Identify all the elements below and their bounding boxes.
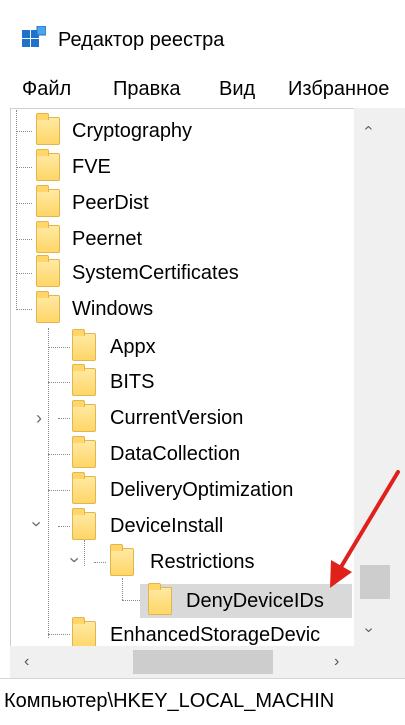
tree-line <box>16 203 32 204</box>
tree-node-label: BITS <box>110 371 155 393</box>
tree-line <box>48 634 70 635</box>
tree-node-restrictions[interactable]: Restrictions <box>106 544 352 579</box>
folder-icon <box>36 149 60 181</box>
regedit-icon <box>22 26 46 47</box>
collapse-chevron-icon[interactable]: › <box>65 557 85 563</box>
scroll-left-icon[interactable]: › <box>24 653 29 670</box>
tree-node-peerdist[interactable]: PeerDist <box>32 185 352 220</box>
tree-node-label: SystemCertificates <box>72 262 239 284</box>
collapse-chevron-icon[interactable]: › <box>27 521 47 527</box>
tree-line <box>16 131 32 132</box>
folder-icon <box>36 255 60 287</box>
tree-node-windows[interactable]: Windows <box>32 291 352 326</box>
tree-node-label: DeviceInstall <box>110 515 224 537</box>
tree-node-cryptography[interactable]: Cryptography <box>32 113 352 148</box>
tree-node-denydeviceids[interactable]: DenyDeviceIDs <box>142 583 352 618</box>
tree-node-label: Appx <box>110 336 156 358</box>
tree-node-label: Restrictions <box>150 551 255 573</box>
tree-node-label: Windows <box>72 298 154 320</box>
menu-favorites[interactable]: Избранное <box>288 78 389 101</box>
tree-line <box>16 239 32 240</box>
folder-icon <box>36 291 60 323</box>
tree-line <box>94 562 106 563</box>
tree-node-label: DataCollection <box>110 443 241 465</box>
folder-icon <box>36 185 60 217</box>
folder-icon <box>110 544 134 576</box>
tree-node-label: PeerDist <box>72 192 149 214</box>
tree-node-bits[interactable]: BITS <box>70 364 352 399</box>
scrollbar-corner <box>354 646 405 678</box>
tree-node-peernet[interactable]: Peernet <box>32 221 352 256</box>
tree-node-deviceinstall[interactable]: DeviceInstall <box>70 508 352 543</box>
status-path: Компьютер\HKEY_LOCAL_MACHIN <box>4 690 335 712</box>
tree-node-deliveryoptimization[interactable]: DeliveryOptimization <box>70 472 352 507</box>
tree-node-appx[interactable]: Appx <box>70 329 352 364</box>
folder-icon <box>72 400 96 432</box>
folder-icon <box>72 364 96 396</box>
scroll-down-icon[interactable]: › <box>361 627 378 632</box>
tree-line <box>48 328 49 638</box>
tree-line <box>16 167 32 168</box>
horizontal-scroll-thumb[interactable] <box>133 650 273 674</box>
folder-icon <box>72 472 96 504</box>
window-title: Редактор реестра <box>58 29 225 51</box>
tree-node-label: CurrentVersion <box>110 407 244 429</box>
tree-line <box>16 110 17 310</box>
folder-icon <box>36 113 60 145</box>
tree-line <box>122 578 123 600</box>
vertical-scroll-thumb[interactable] <box>360 565 390 599</box>
tree-line <box>58 418 70 419</box>
tree-line <box>122 600 142 601</box>
tree-line <box>48 490 70 491</box>
tree-line <box>48 347 70 348</box>
tree-line <box>16 273 32 274</box>
tree-line <box>48 382 70 383</box>
tree-node-label: DeliveryOptimization <box>110 479 294 501</box>
tree-node-label: DenyDeviceIDs <box>186 590 324 612</box>
tree-node-fve[interactable]: FVE <box>32 149 352 184</box>
expand-chevron-icon[interactable]: › <box>36 409 42 427</box>
folder-icon <box>72 329 96 361</box>
title-bar: Редактор реестра <box>0 0 405 74</box>
tree-line <box>48 454 70 455</box>
tree-node-label: Peernet <box>72 228 143 250</box>
scroll-right-icon[interactable]: › <box>334 654 339 670</box>
tree-node-label: FVE <box>72 156 111 178</box>
folder-icon <box>36 221 60 253</box>
tree-node-datacollection[interactable]: DataCollection <box>70 436 352 471</box>
folder-icon <box>148 583 172 615</box>
tree-node-label: EnhancedStorageDevic <box>110 624 321 646</box>
tree-line <box>58 526 70 527</box>
tree-line <box>16 309 32 310</box>
folder-icon <box>72 617 96 649</box>
tree-node-label: Cryptography <box>72 120 193 142</box>
menu-view[interactable]: Вид <box>219 78 255 101</box>
tree-node-currentversion[interactable]: CurrentVersion <box>70 400 352 435</box>
menu-edit[interactable]: Правка <box>113 78 181 101</box>
scroll-up-icon[interactable]: › <box>360 125 377 130</box>
menu-file[interactable]: Файл <box>22 78 71 101</box>
folder-icon <box>72 436 96 468</box>
tree-node-systemcertificates[interactable]: SystemCertificates <box>32 255 352 290</box>
folder-icon <box>72 508 96 540</box>
